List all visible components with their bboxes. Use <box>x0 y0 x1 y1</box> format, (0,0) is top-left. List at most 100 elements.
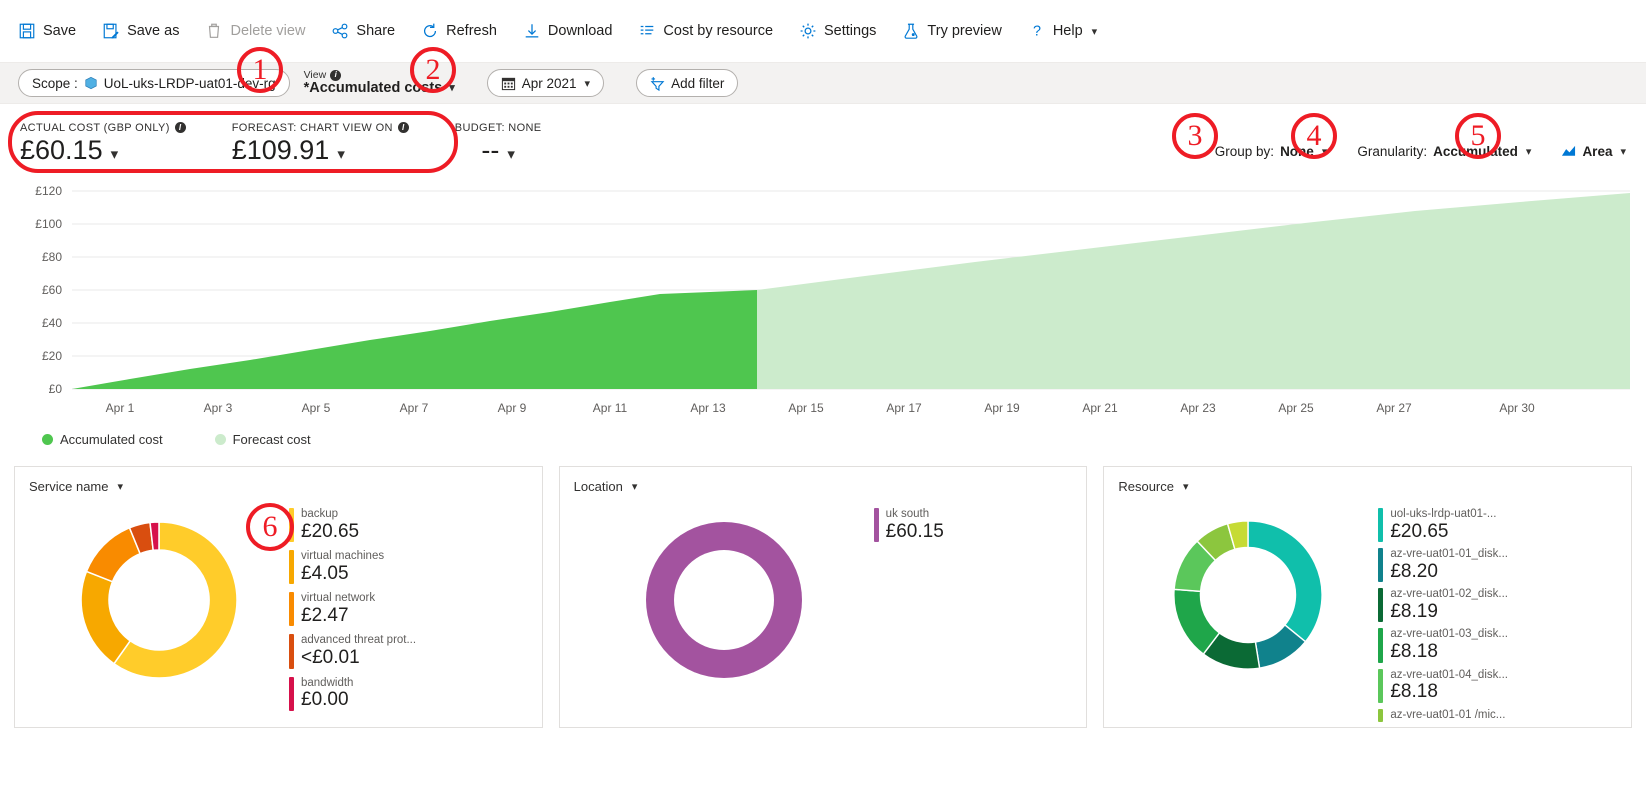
donut-location[interactable] <box>624 500 824 700</box>
forecast-area <box>757 193 1630 389</box>
save-button[interactable]: Save <box>18 22 76 40</box>
scope-prefix-label: Scope : <box>32 75 78 91</box>
list-item[interactable]: az-vre-uat01-02_disk... £8.19 <box>1378 588 1508 623</box>
list-item[interactable]: advanced threat prot... <£0.01 <box>289 634 416 669</box>
date-range-label: Apr 2021 <box>521 75 577 91</box>
legend-value: £8.19 <box>1390 601 1438 623</box>
legend-value: £2.47 <box>301 605 349 627</box>
svg-text:Apr 30: Apr 30 <box>1499 401 1535 415</box>
refresh-button[interactable]: Refresh <box>421 22 497 40</box>
kpi-budget-value-row[interactable]: -- ▾ <box>481 134 515 165</box>
scope-value-label: UoL-uks-LRDP-uat01-dev-rg <box>103 75 276 91</box>
kpi-group: ACTUAL COST (GBP ONLY) i £60.15 ▾ FORECA… <box>20 116 542 164</box>
list-item[interactable]: az-vre-uat01-03_disk... £8.18 <box>1378 628 1508 663</box>
chevron-down-icon: ▾ <box>584 77 591 90</box>
legend-value: £60.15 <box>885 520 944 542</box>
list-item[interactable]: backup £20.65 <box>289 508 416 543</box>
kpi-budget-value: -- <box>481 134 500 165</box>
kpi-actual-cost-label: ACTUAL COST (GBP ONLY) <box>20 121 170 134</box>
save-as-button[interactable]: Save as <box>102 22 179 40</box>
svg-text:Apr 19: Apr 19 <box>984 401 1020 415</box>
view-value-text: *Accumulated costs <box>303 79 443 96</box>
card-resource-title: Resource <box>1118 479 1174 494</box>
card-service-name-title: Service name <box>29 479 109 494</box>
svg-text:Apr 17: Apr 17 <box>886 401 922 415</box>
save-label: Save <box>43 23 77 39</box>
list-item[interactable]: virtual machines £4.05 <box>289 550 416 585</box>
svg-text:£80: £80 <box>42 250 62 264</box>
legend-swatch-icon <box>1378 548 1384 583</box>
donut-service-name[interactable] <box>59 500 259 700</box>
cost-by-resource-label: Cost by resource <box>663 23 774 39</box>
chart-type-icon <box>1562 145 1576 156</box>
settings-button[interactable]: Settings <box>799 22 876 40</box>
donut-resource-wrap <box>1118 494 1378 690</box>
group-by-prefix: Group by: <box>1214 143 1275 159</box>
refresh-label: Refresh <box>446 23 497 39</box>
list-item[interactable]: uol-uks-lrdp-uat01-... £20.65 <box>1378 508 1508 543</box>
view-value-selector[interactable]: *Accumulated costs ▾ <box>303 79 455 96</box>
resource-group-icon <box>85 76 97 90</box>
accumulated-cost-chart: £120 £100 £80 £60 £40 £20 £0 Apr 1 Apr 3… <box>0 176 1646 456</box>
svg-text:Apr 11: Apr 11 <box>593 401 628 415</box>
date-range-selector[interactable]: Apr 2021 ▾ <box>486 69 605 97</box>
question-icon: ? <box>1033 24 1041 40</box>
kpi-actual-cost-label-row: ACTUAL COST (GBP ONLY) i <box>20 122 186 134</box>
save-as-icon <box>103 23 119 39</box>
group-by-selector[interactable]: Group by: None ▾ <box>1215 144 1328 159</box>
kpi-forecast-value-row[interactable]: £109.91 ▾ <box>232 135 409 164</box>
list-item[interactable]: uk south £60.15 <box>873 508 944 543</box>
try-preview-button[interactable]: Try preview <box>902 22 1002 40</box>
legend-swatch-icon <box>289 550 294 585</box>
donut-resource[interactable] <box>1153 500 1343 690</box>
granularity-selector[interactable]: Granularity: Accumulated ▾ <box>1357 144 1531 159</box>
scope-bar: Scope : UoL-uks-LRDP-uat01-dev-rg View i… <box>0 62 1646 104</box>
card-resource-body: uol-uks-lrdp-uat01-... £20.65 az-vre-uat… <box>1118 494 1617 722</box>
card-resource: Resource ▾ uol-uks-lrdp-uat01-... £20.65… <box>1103 466 1633 728</box>
info-icon[interactable]: i <box>174 122 186 134</box>
help-button[interactable]: ? Help ▾ <box>1028 22 1097 40</box>
legend-name: az-vre-uat01-01_disk... <box>1390 548 1508 561</box>
help-label: Help <box>1052 23 1083 39</box>
card-location-header[interactable]: Location ▾ <box>574 479 1073 494</box>
chevron-down-icon: ▾ <box>117 481 124 493</box>
granularity-prefix: Granularity: <box>1357 143 1428 159</box>
card-resource-header[interactable]: Resource ▾ <box>1118 479 1617 494</box>
legend-name: virtual network <box>301 592 376 605</box>
legend-value: £4.05 <box>301 563 349 585</box>
list-item[interactable]: virtual network £2.47 <box>289 592 416 627</box>
download-icon <box>525 24 539 38</box>
legend-location: uk south £60.15 <box>873 494 944 543</box>
legend-item-forecast[interactable]: Forecast cost <box>214 432 311 447</box>
list-item[interactable]: az-vre-uat01-01_disk... £8.20 <box>1378 548 1508 583</box>
cost-by-resource-button[interactable]: Cost by resource <box>638 22 773 40</box>
card-service-name-header[interactable]: Service name ▾ <box>29 479 528 494</box>
svg-text:Apr 5: Apr 5 <box>302 401 331 415</box>
list-item[interactable]: az-vre-uat01-01 /mic... <box>1378 708 1508 722</box>
legend-item-accumulated[interactable]: Accumulated cost <box>42 432 163 447</box>
scope-selector[interactable]: Scope : UoL-uks-LRDP-uat01-dev-rg <box>18 69 290 97</box>
share-button[interactable]: Share <box>331 22 395 40</box>
download-button[interactable]: Download <box>523 22 612 40</box>
legend-value: £8.20 <box>1390 561 1438 583</box>
kpi-actual-cost-value-row[interactable]: £60.15 ▾ <box>20 135 186 164</box>
svg-text:?: ? <box>1033 24 1041 40</box>
list-item[interactable]: az-vre-uat01-04_disk... £8.18 <box>1378 668 1508 703</box>
list-item[interactable]: bandwidth £0.00 <box>289 676 416 711</box>
add-filter-button[interactable]: Add filter <box>636 69 739 97</box>
info-icon[interactable]: i <box>397 122 409 134</box>
legend-name: uk south <box>885 508 930 520</box>
kpi-forecast: FORECAST: CHART VIEW ON i £109.91 ▾ <box>232 122 409 164</box>
chart-type-selector[interactable]: Area ▾ <box>1561 144 1626 159</box>
legend-name: virtual machines <box>301 550 385 563</box>
chart-type-value: Area <box>1582 143 1613 159</box>
delete-view-button[interactable]: Delete view <box>205 22 305 40</box>
kpi-budget: BUDGET: NONE -- ▾ <box>455 122 542 164</box>
svg-text:Apr 27: Apr 27 <box>1376 401 1412 415</box>
legend-name: az-vre-uat01-04_disk... <box>1390 668 1508 681</box>
try-preview-label: Try preview <box>927 23 1002 39</box>
legend-value: £8.18 <box>1390 641 1438 663</box>
svg-text:£60: £60 <box>42 283 62 297</box>
card-location: Location ▾ uk south £60.15 <box>558 466 1088 728</box>
legend-label-accumulated: Accumulated cost <box>60 432 163 447</box>
